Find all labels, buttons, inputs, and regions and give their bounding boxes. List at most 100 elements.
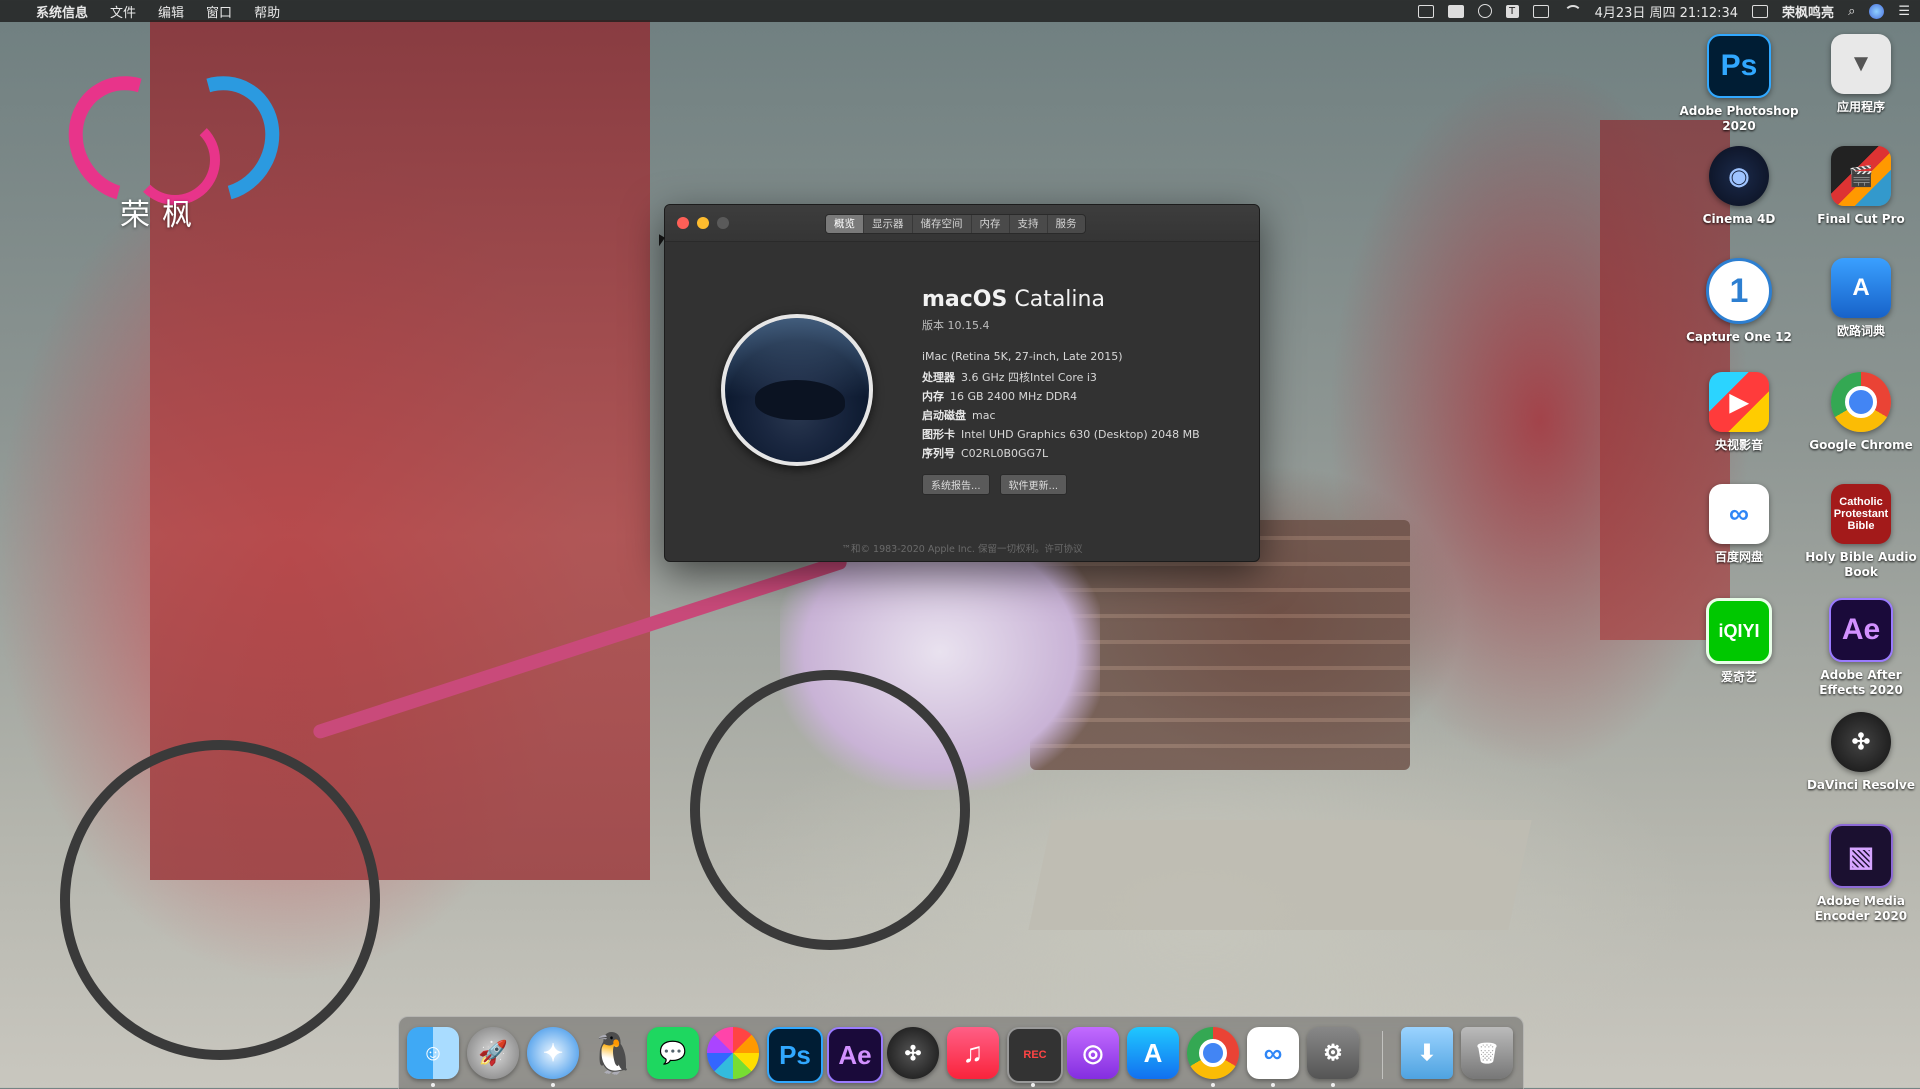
airplay-icon[interactable] (1532, 4, 1549, 18)
dock-davinci-icon[interactable]: ✣ (887, 1027, 939, 1079)
desktop-icon-captureone[interactable]: 1 Capture One 12 (1674, 258, 1804, 345)
final-cut-pro-icon: 🎬 (1831, 146, 1891, 206)
davinci-resolve-icon: ✣ (1831, 712, 1891, 772)
desktop-icon-photoshop[interactable]: Ps Adobe Photoshop 2020 (1674, 34, 1804, 134)
dock-wechat-icon[interactable]: 💬 (647, 1027, 699, 1079)
close-button[interactable] (677, 217, 689, 229)
spotlight-search-icon[interactable]: ⌕ (1848, 4, 1855, 19)
tab-storage[interactable]: 储存空间 (913, 215, 972, 233)
desktop-icon-after-effects[interactable]: Ae Adobe After Effects 2020 (1796, 598, 1920, 698)
eudic-dictionary-icon: A (1831, 258, 1891, 318)
menu-bar: 系统信息 文件 编辑 窗口 帮助 T 4月23日 周四 21:12:34 荣枫鸣… (0, 0, 1920, 22)
dock-photoshop-icon[interactable]: Ps (767, 1027, 823, 1083)
tab-displays[interactable]: 显示器 (864, 215, 913, 233)
dock-launchpad-icon[interactable]: 🚀 (467, 1027, 519, 1079)
menu-help[interactable]: 帮助 (254, 2, 280, 21)
tab-overview[interactable]: 概览 (826, 215, 864, 233)
window-titlebar[interactable]: 概览 显示器 储存空间 内存 支持 服务 (665, 205, 1259, 242)
menu-app-name[interactable]: 系统信息 (36, 2, 88, 21)
desktop-icon-label: Capture One 12 (1686, 330, 1792, 344)
cinema4d-icon: ◉ (1709, 146, 1769, 206)
software-update-button[interactable]: 软件更新... (999, 474, 1068, 495)
os-version: 版本 10.15.4 (922, 319, 990, 332)
dock-app-store-icon[interactable]: A (1127, 1027, 1179, 1079)
desktop-icon-label: Final Cut Pro (1817, 212, 1905, 226)
dock-chrome-icon[interactable] (1187, 1027, 1239, 1079)
dock-screen-recorder-icon[interactable]: REC (1007, 1027, 1063, 1083)
cctv-video-icon: ▶ (1709, 372, 1769, 432)
bible-icon: Catholic Protestant Bible (1831, 484, 1891, 544)
dock-downloads-icon[interactable]: ⬇ (1401, 1027, 1453, 1079)
dock-trash-icon[interactable]: 🗑 (1461, 1027, 1513, 1079)
menu-user-name[interactable]: 荣枫鸣亮 (1782, 2, 1834, 21)
applications-folder-icon: ▼ (1831, 34, 1891, 94)
desktop-icon-chrome[interactable]: Google Chrome (1796, 372, 1920, 453)
dock-music-icon[interactable]: ♫ (947, 1027, 999, 1079)
brand-logo: 荣枫 (45, 54, 303, 235)
dock-utility-icon[interactable]: ⚙ (1307, 1027, 1359, 1079)
spec-startup-disk: 启动磁盘 mac (922, 409, 996, 422)
desktop-icon-cctv-video[interactable]: ▶ 央视影音 (1674, 372, 1804, 453)
dock-finder-icon[interactable]: ☺ (407, 1027, 459, 1079)
desktop-icon-label: Google Chrome (1809, 438, 1913, 452)
wifi-icon[interactable] (1563, 5, 1582, 17)
desktop-icon-media-encoder[interactable]: ▧ Adobe Media Encoder 2020 (1796, 824, 1920, 924)
about-this-mac-window: 概览 显示器 储存空间 内存 支持 服务 macOS Catalina 版本 1… (664, 204, 1260, 562)
spec-serial: 序列号 C02RL0B0GG7L (922, 447, 1049, 460)
dock-qq-icon[interactable]: 🐧 (587, 1027, 639, 1079)
capture-one-icon: 1 (1706, 258, 1772, 324)
desktop-icon-label: Adobe Media Encoder 2020 (1814, 894, 1908, 923)
tab-service[interactable]: 服务 (1048, 215, 1085, 233)
desktop-icon-iqiyi[interactable]: iQIYI 爱奇艺 (1674, 598, 1804, 685)
desktop-icon-label: 爱奇艺 (1720, 670, 1757, 684)
baidu-netdisk-icon: ∞ (1709, 484, 1769, 544)
dock-photos-icon[interactable] (707, 1027, 759, 1079)
desktop-icon-applications[interactable]: ▼ 应用程序 (1796, 34, 1920, 115)
menu-edit[interactable]: 编辑 (158, 2, 184, 21)
dock-separator (1382, 1031, 1383, 1079)
tab-support[interactable]: 支持 (1010, 215, 1048, 233)
wallpaper-bike-wheel-rear (690, 670, 970, 950)
input-method-t-icon[interactable]: T (1505, 4, 1519, 18)
desktop-icon-holy-bible[interactable]: Catholic Protestant Bible Holy Bible Aud… (1796, 484, 1920, 580)
tab-memory[interactable]: 内存 (972, 215, 1010, 233)
dock-safari-icon[interactable]: ✦ (527, 1027, 579, 1079)
menu-file[interactable]: 文件 (110, 2, 136, 21)
notification-center-icon[interactable]: ☰ (1898, 4, 1910, 19)
desktop-icon-label: 央视影音 (1714, 438, 1763, 452)
desktop-icon-finalcut[interactable]: 🎬 Final Cut Pro (1796, 146, 1920, 227)
desktop-icon-label: DaVinci Resolve (1806, 778, 1916, 792)
after-effects-icon: Ae (1829, 598, 1893, 662)
spec-memory: 内存 16 GB 2400 MHz DDR4 (922, 390, 1078, 403)
siri-icon[interactable] (1869, 3, 1885, 19)
desktop-icon-cinema4d[interactable]: ◉ Cinema 4D (1674, 146, 1804, 227)
zoom-button[interactable] (717, 217, 729, 229)
desktop-icon-eudic[interactable]: A 欧路词典 (1796, 258, 1920, 339)
system-report-button[interactable]: 系统报告... (922, 474, 990, 495)
desktop-icon-baidu-netdisk[interactable]: ∞ 百度网盘 (1674, 484, 1804, 565)
mouse-cursor-icon (659, 234, 665, 250)
minimize-button[interactable] (697, 217, 709, 229)
os-title: macOS Catalina (922, 287, 1105, 312)
notification-icon[interactable] (1447, 4, 1464, 18)
menu-window[interactable]: 窗口 (206, 2, 232, 21)
copyright-footer: ™和© 1983-2020 Apple Inc. 保留一切权利。许可协议 (841, 544, 1083, 555)
dock: ☺ 🚀 ✦ 🐧 💬 Ps Ae ✣ ♫ REC ◎ A ∞ ⚙ ⬇ 🗑 (398, 1016, 1524, 1089)
wallpaper-stone-slab (1028, 820, 1532, 930)
dock-after-effects-icon[interactable]: Ae (827, 1027, 883, 1083)
screen-share-icon[interactable] (1417, 4, 1434, 18)
spec-graphics: 图形卡 Intel UHD Graphics 630 (Desktop) 2048… (922, 428, 1200, 441)
chrome-icon (1831, 372, 1891, 432)
macos-catalina-logo (721, 314, 873, 466)
wallpaper-bike-wheel-front (60, 740, 380, 1060)
keyboard-layout-icon[interactable] (1752, 4, 1769, 18)
dock-baidu-netdisk-icon[interactable]: ∞ (1247, 1027, 1299, 1079)
model-name: iMac (Retina 5K, 27-inch, Late 2015) (922, 350, 1123, 363)
time-machine-icon[interactable] (1477, 4, 1492, 18)
desktop-icon-label: Holy Bible Audio Book (1805, 550, 1917, 579)
desktop-icon-label: Cinema 4D (1702, 212, 1776, 226)
dock-podcasts-icon[interactable]: ◎ (1067, 1027, 1119, 1079)
desktop-icon-davinci[interactable]: ✣ DaVinci Resolve (1796, 712, 1920, 793)
photoshop-icon: Ps (1707, 34, 1771, 98)
menu-datetime[interactable]: 4月23日 周四 21:12:34 (1595, 2, 1738, 21)
